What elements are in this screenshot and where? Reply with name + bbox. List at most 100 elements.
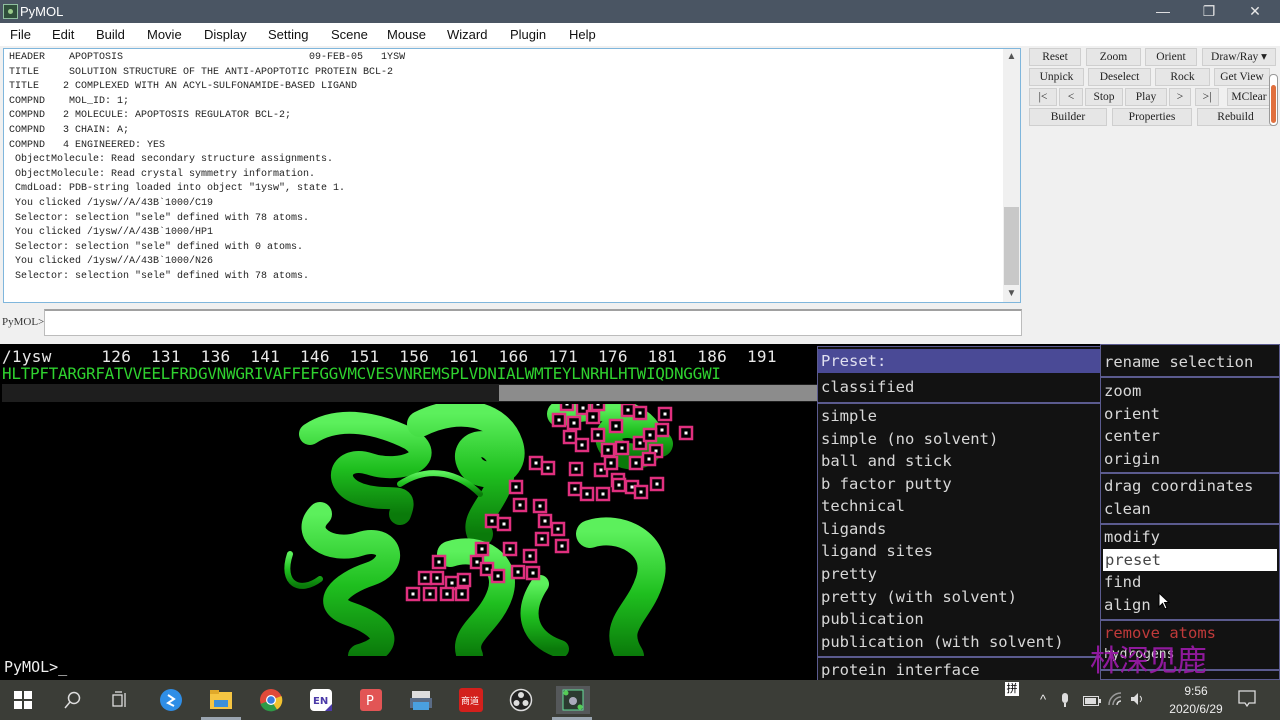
atom-center	[638, 441, 642, 445]
command-input[interactable]	[44, 309, 1022, 336]
action-modify[interactable]: modify	[1104, 526, 1160, 548]
microphone-icon[interactable]	[1060, 692, 1070, 708]
file-explorer-icon[interactable]	[206, 686, 236, 714]
atom-center	[568, 435, 572, 439]
end-button[interactable]: >|	[1195, 88, 1219, 106]
forward-button[interactable]: >	[1169, 88, 1191, 106]
clock-time[interactable]: 9:56	[1176, 684, 1216, 698]
properties-button[interactable]: Properties	[1112, 108, 1192, 126]
action-align[interactable]: align	[1104, 594, 1151, 616]
menu-wizard[interactable]: Wizard	[447, 27, 487, 42]
button-panel-scroll-thumb[interactable]	[1271, 85, 1276, 123]
preset-simple-no-solvent[interactable]: simple (no solvent)	[821, 428, 998, 450]
sequence-scroll-thumb[interactable]	[499, 385, 818, 401]
baidu-netdisk-icon[interactable]	[156, 686, 186, 714]
en-dictionary-icon[interactable]: EN	[306, 686, 336, 714]
log-scrollbar[interactable]: ▲ ▼	[1003, 49, 1020, 302]
preset-technical[interactable]: technical	[821, 495, 905, 517]
menu-build[interactable]: Build	[96, 27, 125, 42]
red-app-icon[interactable]: 商道	[456, 686, 486, 714]
log-line: Selector: selection "sele" defined with …	[9, 212, 310, 224]
rebuild-button[interactable]: Rebuild	[1197, 108, 1274, 126]
chrome-icon[interactable]	[256, 686, 286, 714]
preset-publication-with-solvent[interactable]: publication (with solvent)	[821, 631, 1064, 653]
sequence-scrollbar[interactable]	[2, 384, 818, 402]
wifi-icon[interactable]	[1108, 692, 1124, 706]
builder-button[interactable]: Builder	[1029, 108, 1107, 126]
back-button[interactable]: <	[1059, 88, 1083, 106]
stop-button[interactable]: Stop	[1085, 88, 1123, 106]
menu-help[interactable]: Help	[569, 27, 596, 42]
action-rename-selection[interactable]: rename selection	[1104, 351, 1253, 373]
viewer-command-prompt[interactable]: PyMOL>_	[0, 656, 818, 680]
menu-movie[interactable]: Movie	[147, 27, 182, 42]
menu-scene[interactable]: Scene	[331, 27, 368, 42]
sequence-residues[interactable]: HLTPFTARGRFATVVEELFRDGVNWGRIVAFFEFGGVMCV…	[2, 364, 721, 383]
action-drag-coordinates[interactable]: drag coordinates	[1104, 475, 1253, 497]
action-zoom[interactable]: zoom	[1104, 380, 1141, 402]
pdf-reader-icon[interactable]: P	[356, 686, 386, 714]
reset-button[interactable]: Reset	[1029, 48, 1081, 66]
volume-icon[interactable]	[1130, 692, 1146, 706]
atom-center	[450, 581, 454, 585]
rock-button[interactable]: Rock	[1155, 68, 1210, 86]
sequence-viewer[interactable]: /1ysw 126 131 136 141 146 151 156 161 16…	[0, 344, 818, 404]
log-scroll-thumb[interactable]	[1004, 207, 1019, 285]
protein-scene[interactable]	[0, 404, 818, 656]
preset-pretty[interactable]: pretty	[821, 563, 877, 585]
atom-center	[556, 527, 560, 531]
notification-icon[interactable]	[1238, 690, 1256, 708]
action-find[interactable]: find	[1104, 571, 1141, 593]
action-preset[interactable]: preset	[1103, 549, 1277, 571]
preset-classified[interactable]: classified	[821, 376, 914, 398]
preset-pretty-with-solvent[interactable]: pretty (with solvent)	[821, 586, 1017, 608]
preset-ligand-sites[interactable]: ligand sites	[821, 540, 933, 562]
mclear-button[interactable]: MClear	[1227, 88, 1271, 106]
ime-indicator[interactable]: 拼	[1005, 682, 1019, 696]
unpick-button[interactable]: Unpick	[1029, 68, 1084, 86]
preset-protein-interface[interactable]: protein interface	[821, 659, 980, 680]
rewind-button[interactable]: |<	[1029, 88, 1057, 106]
windows-start-icon[interactable]	[8, 686, 38, 714]
minimize-button[interactable]: —	[1140, 0, 1186, 23]
orient-button[interactable]: Orient	[1145, 48, 1197, 66]
preset-ligands[interactable]: ligands	[821, 518, 886, 540]
maximize-button[interactable]: ❐	[1186, 0, 1232, 23]
menu-display[interactable]: Display	[204, 27, 247, 42]
preset-simple[interactable]: simple	[821, 405, 877, 427]
scroll-down-icon[interactable]: ▼	[1003, 286, 1020, 302]
action-orient[interactable]: orient	[1104, 403, 1160, 425]
search-icon[interactable]	[57, 686, 87, 714]
molecule-viewer[interactable]: /1ysw 126 131 136 141 146 151 156 161 16…	[0, 344, 1280, 680]
atom-center	[606, 448, 610, 452]
zoom-button[interactable]: Zoom	[1086, 48, 1141, 66]
menu-file[interactable]: File	[10, 27, 31, 42]
close-button[interactable]: ✕	[1232, 0, 1278, 23]
preset-publication[interactable]: publication	[821, 608, 924, 630]
action-center[interactable]: center	[1104, 425, 1160, 447]
atom-center	[490, 519, 494, 523]
preset-ball-and-stick[interactable]: ball and stick	[821, 450, 952, 472]
deselect-button[interactable]: Deselect	[1088, 68, 1151, 86]
printer-app-icon[interactable]	[406, 686, 436, 714]
scroll-up-icon[interactable]: ▲	[1003, 49, 1020, 65]
menu-mouse[interactable]: Mouse	[387, 27, 426, 42]
battery-icon[interactable]	[1083, 696, 1101, 706]
task-view-icon[interactable]	[105, 686, 135, 714]
button-panel-scrollbar[interactable]	[1269, 74, 1278, 126]
draw-ray-button[interactable]: Draw/Ray ▾	[1202, 48, 1276, 66]
preset-b-factor-putty[interactable]: b factor putty	[821, 473, 952, 495]
get-view-button[interactable]: Get View	[1214, 68, 1270, 86]
chevron-up-icon[interactable]: ^	[1040, 692, 1046, 707]
pymol-taskbar-icon[interactable]	[556, 686, 590, 714]
menu-edit[interactable]: Edit	[52, 27, 74, 42]
menu-setting[interactable]: Setting	[268, 27, 308, 42]
clock-date[interactable]: 2020/6/29	[1156, 702, 1236, 716]
play-button[interactable]: Play	[1125, 88, 1167, 106]
obs-studio-icon[interactable]	[506, 686, 536, 714]
output-log[interactable]: HEADER APOPTOSIS 09-FEB-05 1YSW TITLE SOL…	[3, 48, 1021, 303]
menu-separator	[1101, 472, 1279, 474]
action-origin[interactable]: origin	[1104, 448, 1160, 470]
action-clean[interactable]: clean	[1104, 498, 1151, 520]
menu-plugin[interactable]: Plugin	[510, 27, 546, 42]
